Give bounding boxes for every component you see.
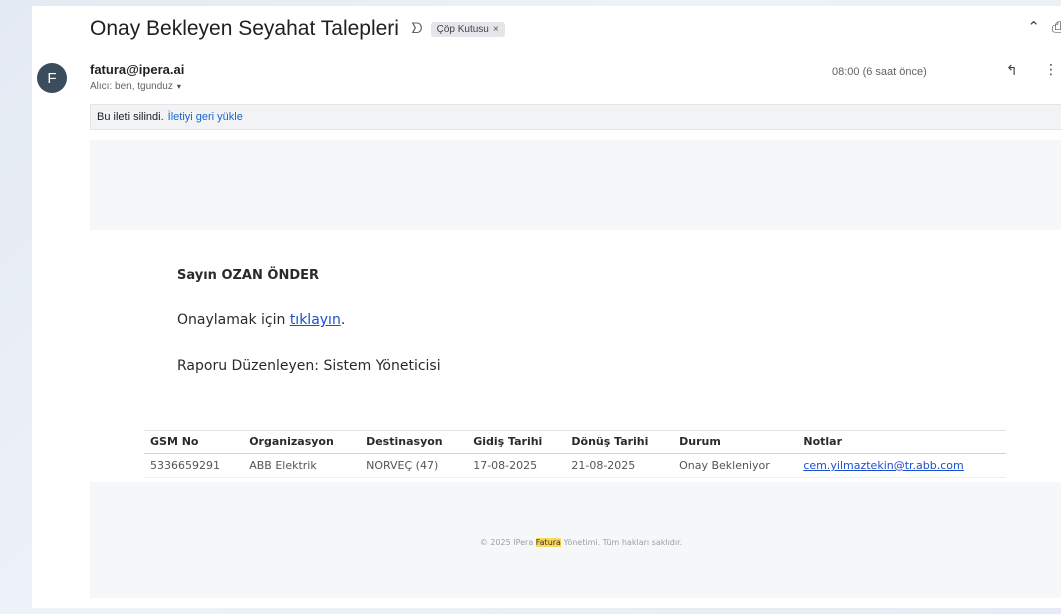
footer-prefix: © 2025 IPera: [479, 538, 536, 547]
recipients[interactable]: Alıcı: ben, tgunduz ▾: [90, 81, 181, 92]
deleted-notice: Bu ileti silindi. İletiyi geri yükle: [90, 104, 1061, 130]
avatar[interactable]: F: [37, 63, 67, 93]
close-chip-icon[interactable]: ×: [493, 24, 499, 35]
column-header: Gidiş Tarihi: [467, 430, 566, 454]
restore-message-link[interactable]: İletiyi geri yükle: [168, 111, 243, 123]
more-options-icon[interactable]: ⋮: [1044, 62, 1058, 78]
approve-link[interactable]: tıklayın: [290, 312, 341, 328]
label-chip-trash[interactable]: Çöp Kutusu ×: [430, 21, 505, 37]
cell-return-date: 21-08-2025: [565, 453, 674, 478]
cell-status: Onay Bekleniyor: [673, 453, 798, 478]
greeting: Sayın OZAN ÖNDER: [177, 268, 320, 283]
column-header: GSM No: [144, 430, 244, 454]
table-row: 5336659291 ABB Elektrik NORVEÇ (47) 17-0…: [144, 453, 1006, 478]
footer-highlight: Fatura: [535, 538, 561, 547]
column-header: Durum: [673, 430, 798, 454]
importance-icon[interactable]: ᗤ: [411, 21, 423, 37]
print-icon[interactable]: ⎙: [1052, 18, 1061, 36]
cell-gsm: 5336659291: [144, 453, 244, 478]
email-footer: © 2025 IPera Fatura Yönetimi. Tüm haklar…: [90, 482, 1061, 598]
column-header: Notlar: [797, 430, 1006, 454]
approve-line: Onaylamak için tıklayın.: [177, 312, 345, 328]
approve-suffix: .: [340, 312, 346, 328]
cell-destination: NORVEÇ (47): [360, 453, 468, 478]
email-timestamp: 08:00 (6 saat önce): [832, 66, 927, 78]
notes-email-link[interactable]: cem.yilmaztekin@tr.abb.com: [803, 459, 963, 472]
footer-suffix: Yönetimi. Tüm hakları saklıdır.: [560, 538, 683, 547]
column-header: Organizasyon: [243, 430, 361, 454]
top-toolbar: ⌃ ⎙: [1027, 18, 1061, 36]
recipients-caret-icon[interactable]: ▾: [177, 82, 181, 91]
cell-organization: ABB Elektrik: [243, 453, 361, 478]
email-panel: Onay Bekleyen Seyahat Talepleri ᗤ Çöp Ku…: [32, 6, 1061, 608]
sender-address[interactable]: fatura@ipera.ai: [90, 62, 184, 77]
column-header: Dönüş Tarihi: [565, 430, 674, 454]
column-header: Destinasyon: [360, 430, 468, 454]
table-header-row: GSM No Organizasyon Destinasyon Gidiş Ta…: [144, 430, 1006, 454]
deleted-notice-text: Bu ileti silindi.: [97, 111, 164, 123]
subject-row: Onay Bekleyen Seyahat Talepleri ᗤ Çöp Ku…: [90, 14, 505, 44]
cell-departure-date: 17-08-2025: [467, 453, 566, 478]
footer-text: © 2025 IPera Fatura Yönetimi. Tüm haklar…: [90, 538, 1061, 547]
recipients-text: Alıcı: ben, tgunduz: [90, 81, 173, 92]
reply-icon[interactable]: ↰: [1006, 63, 1018, 79]
report-author: Raporu Düzenleyen: Sistem Yöneticisi: [177, 358, 441, 374]
email-header-banner: [90, 140, 1061, 230]
email-subject: Onay Bekleyen Seyahat Talepleri: [90, 17, 399, 40]
travel-requests-table: GSM No Organizasyon Destinasyon Gidiş Ta…: [144, 430, 1006, 478]
collapse-icon[interactable]: ⌃: [1027, 18, 1040, 36]
label-chip-text: Çöp Kutusu: [436, 23, 489, 35]
cell-notes: cem.yilmaztekin@tr.abb.com: [797, 453, 1006, 478]
approve-prefix: Onaylamak için: [177, 312, 290, 328]
